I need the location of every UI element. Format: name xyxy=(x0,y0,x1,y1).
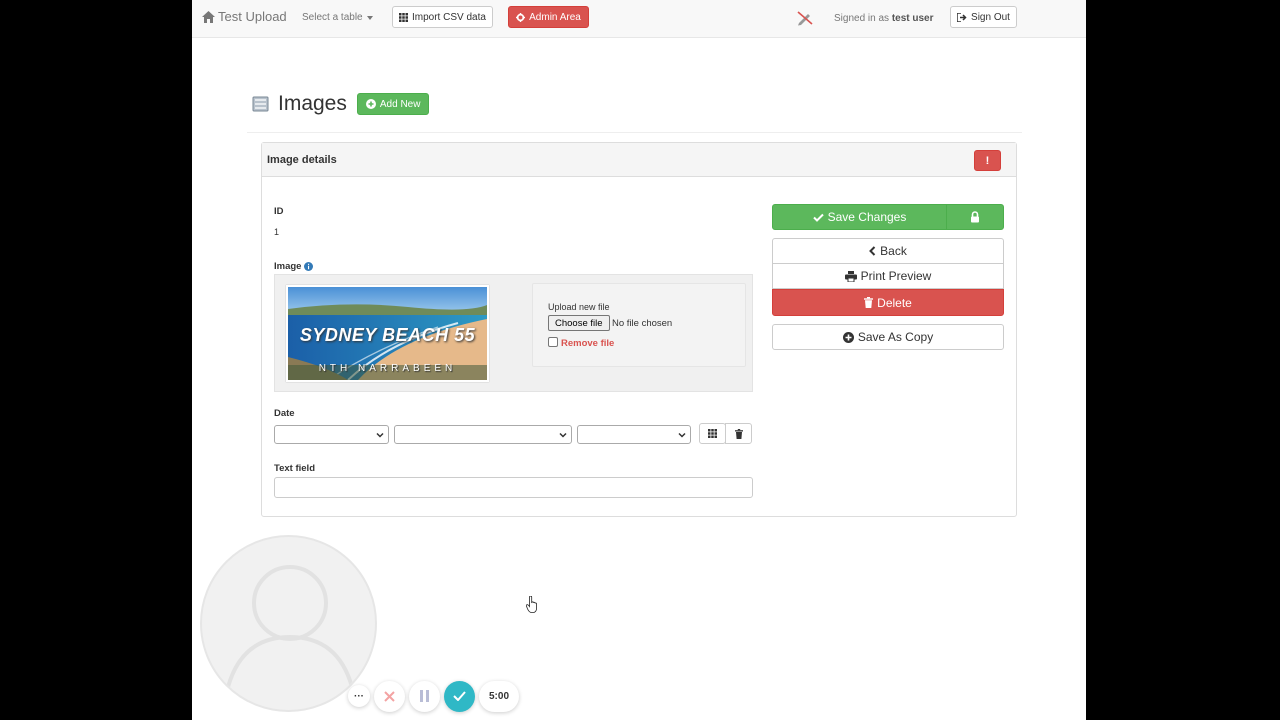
signed-in-prefix: Signed in as xyxy=(834,13,890,24)
hand-cursor-icon xyxy=(526,596,537,613)
upload-new-file-label: Upload new file xyxy=(548,302,610,312)
home-icon xyxy=(202,10,215,23)
select-table-label: Select a table xyxy=(302,12,363,23)
upload-well: Upload new file Choose file No file chos… xyxy=(532,283,746,367)
image-thumbnail[interactable]: SYDNEY BEACH 55 NTH NARRABEEN xyxy=(286,285,489,382)
trash-icon xyxy=(864,297,874,308)
delete-label: Delete xyxy=(877,295,912,310)
chevron-down-icon xyxy=(678,432,686,438)
page-title: Images xyxy=(278,92,347,115)
save-changes-label: Save Changes xyxy=(827,210,907,224)
header-divider xyxy=(247,132,1022,133)
id-label: ID xyxy=(274,206,284,217)
recorder-more-button[interactable]: ··· xyxy=(348,685,370,707)
pause-icon xyxy=(420,690,429,702)
sign-out-icon xyxy=(957,12,967,22)
thumbnail-subtitle-text: NTH NARRABEEN xyxy=(318,363,457,374)
text-field-label: Text field xyxy=(274,463,315,474)
sign-out-button[interactable]: Sign Out xyxy=(950,6,1017,28)
print-preview-label: Print Preview xyxy=(860,269,932,283)
add-new-button[interactable]: Add New xyxy=(356,93,430,115)
date-picker-button[interactable] xyxy=(699,423,726,444)
recorder-timer: 5:00 xyxy=(479,680,519,712)
thumbnail-title-text: SYDNEY BEACH 55 xyxy=(299,325,476,345)
plus-circle-icon xyxy=(365,99,376,109)
checkmark-icon xyxy=(812,213,824,222)
brand-label: Test Upload xyxy=(218,9,287,24)
image-field-box: SYDNEY BEACH 55 NTH NARRABEEN Upload new… xyxy=(274,274,753,392)
text-field-input[interactable] xyxy=(274,477,753,498)
edit-disabled-icon[interactable] xyxy=(796,10,814,26)
no-file-chosen-text: No file chosen xyxy=(612,318,673,329)
date-month-select[interactable] xyxy=(394,425,572,444)
gear-icon xyxy=(516,12,526,22)
calendar-grid-icon xyxy=(708,429,717,438)
image-label: Image xyxy=(274,261,302,272)
print-preview-button[interactable]: Print Preview xyxy=(772,263,1004,289)
id-value: 1 xyxy=(274,227,280,237)
image-label-row: Image xyxy=(274,261,314,272)
clear-date-button[interactable] xyxy=(725,423,752,444)
import-csv-button[interactable]: Import CSV data xyxy=(392,6,493,28)
admin-area-button[interactable]: Admin Area xyxy=(508,6,589,28)
caret-down-icon xyxy=(366,15,373,20)
admin-area-label: Admin Area xyxy=(529,11,581,23)
signed-in-status: Signed in as test user xyxy=(834,13,934,24)
remove-file-label[interactable]: Remove file xyxy=(561,338,614,349)
page-header: Images Add New xyxy=(252,92,430,116)
delete-button[interactable]: Delete xyxy=(772,289,1004,316)
table-icon xyxy=(252,96,269,112)
checkmark-icon xyxy=(453,691,466,701)
save-as-copy-button[interactable]: Save As Copy xyxy=(772,324,1004,350)
recorder-finish-button[interactable] xyxy=(444,680,475,712)
alert-button[interactable]: ! xyxy=(974,150,1001,171)
plus-circle-icon xyxy=(842,331,854,343)
info-icon[interactable] xyxy=(304,262,314,271)
close-icon xyxy=(384,690,395,702)
save-changes-button[interactable]: Save Changes xyxy=(772,204,947,230)
panel-heading: Image details ! xyxy=(262,143,1016,177)
select-table-dropdown[interactable]: Select a table xyxy=(302,12,373,23)
add-new-label: Add New xyxy=(379,98,421,110)
import-csv-label: Import CSV data xyxy=(412,11,486,23)
panel-title: Image details xyxy=(267,154,337,166)
lock-button[interactable] xyxy=(946,204,1004,230)
signed-in-username: test user xyxy=(891,13,934,24)
chevron-left-icon xyxy=(869,246,876,256)
back-label: Back xyxy=(880,244,907,258)
recorder-controls: ··· 5:00 xyxy=(348,680,519,712)
recorder-pause-button[interactable] xyxy=(409,680,440,712)
remove-file-checkbox[interactable] xyxy=(548,337,558,347)
image-details-panel: Image details ! ID 1 Image SYDNEY BEACH … xyxy=(261,142,1017,517)
date-year-select[interactable] xyxy=(577,425,691,444)
printer-icon xyxy=(844,270,857,282)
choose-file-button[interactable]: Choose file xyxy=(548,315,610,331)
date-label: Date xyxy=(274,408,295,419)
chevron-down-icon xyxy=(376,432,384,438)
save-as-copy-label: Save As Copy xyxy=(857,330,934,344)
app-page: Test Upload Select a table Import CSV da… xyxy=(192,0,1086,720)
date-day-select[interactable] xyxy=(274,425,389,444)
sign-out-label: Sign Out xyxy=(971,11,1010,23)
lock-icon xyxy=(971,211,979,223)
grid-icon xyxy=(399,12,408,22)
trash-icon xyxy=(734,428,743,439)
back-button[interactable]: Back xyxy=(772,238,1004,264)
brand-link[interactable]: Test Upload xyxy=(202,9,287,24)
recorder-cancel-button[interactable] xyxy=(374,680,405,712)
chevron-down-icon xyxy=(559,432,567,438)
top-navbar: Test Upload Select a table Import CSV da… xyxy=(192,0,1086,38)
